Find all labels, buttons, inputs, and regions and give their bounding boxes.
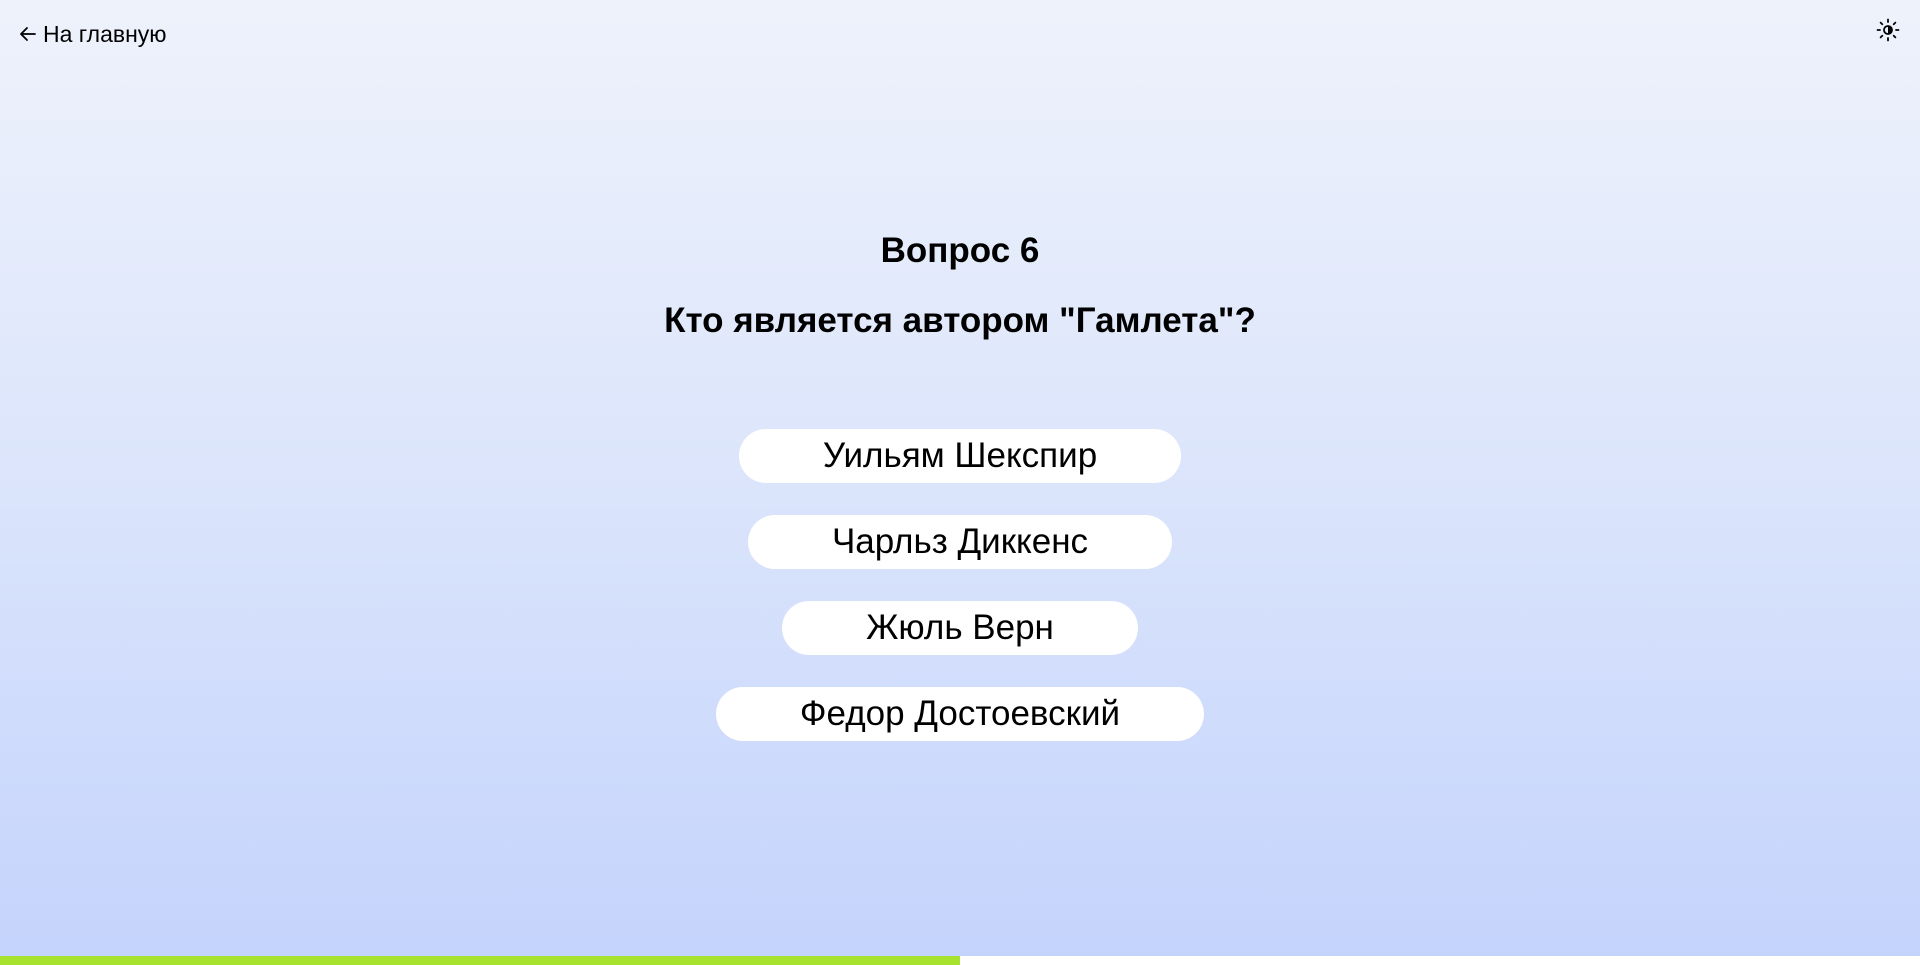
progress-bar-fill <box>0 956 960 965</box>
progress-bar <box>0 956 1920 965</box>
arrow-left-icon <box>17 23 39 45</box>
question-text: Кто является автором "Гамлета"? <box>664 301 1256 340</box>
answer-list: Уильям Шекспир Чарльз Диккенс Жюль Верн … <box>0 429 1920 741</box>
theme-toggle-button[interactable] <box>1875 18 1901 47</box>
question-number: Вопрос 6 <box>880 231 1040 270</box>
sun-icon <box>1876 18 1900 47</box>
answer-button[interactable]: Чарльз Диккенс <box>747 515 1173 569</box>
answer-button[interactable]: Жюль Верн <box>782 601 1138 655</box>
back-link-label: На главную <box>43 21 167 47</box>
back-to-home-link[interactable]: На главную <box>17 20 167 48</box>
answer-button[interactable]: Уильям Шекспир <box>738 429 1182 483</box>
answer-button[interactable]: Федор Достоевский <box>715 687 1205 741</box>
